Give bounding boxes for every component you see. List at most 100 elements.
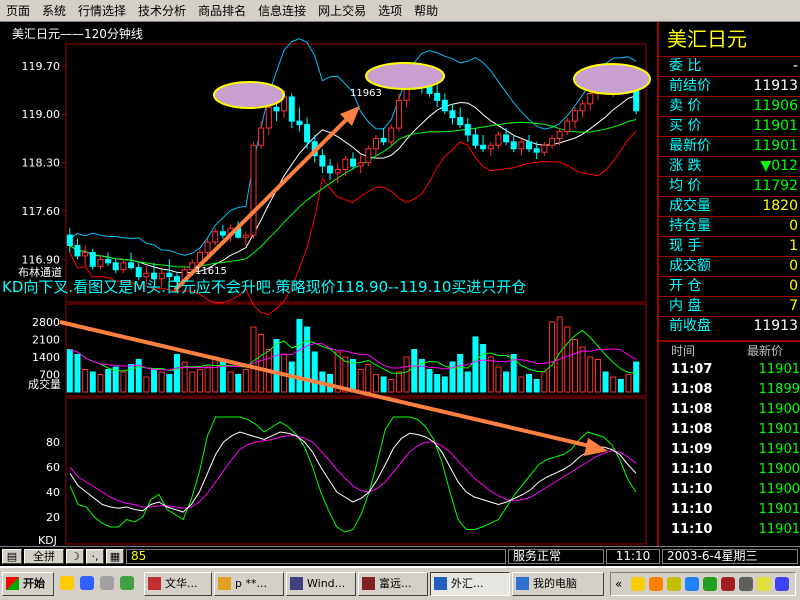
bollinger-label: 布林通道 — [18, 265, 62, 279]
quote-row: 最新价 11901 — [659, 136, 800, 156]
ime-icon[interactable]: ▤ — [2, 549, 22, 564]
command-input[interactable]: 85 — [126, 549, 506, 564]
quote-label: 委 比 — [669, 58, 702, 74]
menu-item-1[interactable]: 系统 — [36, 0, 72, 22]
volume-bar — [487, 356, 494, 393]
price-tick-label: 119.70 — [22, 60, 61, 73]
candle-body — [319, 155, 326, 167]
qq-icon[interactable] — [60, 576, 74, 590]
network-icon[interactable] — [775, 577, 789, 591]
tray-app-icon[interactable] — [703, 577, 717, 591]
volume-bar — [204, 366, 211, 393]
task-label: 外汇... — [451, 577, 484, 590]
menu-item-4[interactable]: 商品排名 — [192, 0, 252, 22]
candle-body — [541, 144, 548, 153]
kdj-j-line — [69, 416, 637, 533]
volume-bar — [311, 351, 318, 393]
quote-value: 11792 — [753, 178, 798, 194]
menu-item-7[interactable]: 选项 — [372, 0, 408, 22]
status-bar: ▤ 全拼 ☽ ·, ▦ 85 服务正常 11:10 2003-6-4星期三 — [0, 546, 800, 566]
price-tick-label: 116.90 — [22, 253, 61, 266]
volume-bar — [105, 369, 112, 393]
clock-date: 2003-6-4星期三 — [662, 549, 798, 564]
media-player-icon[interactable] — [120, 576, 134, 590]
candle-body — [464, 124, 471, 136]
quote-value: 1820 — [762, 198, 798, 214]
candle-body — [265, 106, 272, 129]
task-button-fuyuan[interactable]: 富远... — [358, 572, 428, 596]
candle-body — [548, 137, 555, 146]
tick-row: 11:08 11899 — [659, 380, 800, 400]
candle-body — [342, 158, 349, 171]
task-button-mycomputer[interactable]: 我的电脑 — [512, 572, 604, 596]
tick-row: 11:08 11901 — [659, 420, 800, 440]
volume-bar — [273, 339, 280, 393]
menu-item-0[interactable]: 页面 — [0, 0, 36, 22]
tray-app-icon[interactable] — [757, 577, 771, 591]
candle-body — [204, 241, 211, 253]
ime-moon-icon[interactable]: ☽ — [66, 549, 84, 564]
volume-bar — [403, 356, 410, 393]
volume-bar — [82, 369, 89, 393]
ime-keyboard-icon[interactable]: ▦ — [106, 549, 124, 564]
tray-app-icon[interactable] — [649, 577, 663, 591]
top-highlight-ellipse — [365, 62, 445, 90]
quote-row: 前收盘 11913 — [659, 316, 800, 336]
tray-app-icon[interactable] — [685, 577, 699, 591]
tick-row: 11:09 11901 — [659, 440, 800, 460]
ime-punct-icon[interactable]: ·, — [86, 549, 104, 564]
price-tick-label: 117.60 — [22, 205, 61, 218]
volume-bar — [633, 361, 640, 393]
tick-time: 11:09 — [671, 442, 713, 457]
system-tray: « — [610, 572, 796, 596]
task-button-wind[interactable]: Wind... — [286, 572, 356, 596]
quote-value: 0 — [789, 258, 798, 274]
qq-tray-icon[interactable] — [631, 577, 645, 591]
volume-bar — [548, 321, 555, 393]
show-desktop-icon[interactable] — [100, 576, 114, 590]
volume-bar — [518, 376, 525, 393]
quote-row: 委 比- — [659, 56, 800, 76]
tick-price: 11900 — [758, 462, 800, 477]
volume-icon[interactable] — [739, 577, 753, 591]
candle-body — [350, 158, 356, 167]
volume-bar — [89, 371, 96, 393]
menu-item-8[interactable]: 帮助 — [408, 0, 444, 22]
volume-tick-label: 1400 — [32, 351, 60, 364]
menu-item-6[interactable]: 网上交易 — [312, 0, 372, 22]
tray-app-icon[interactable] — [721, 577, 735, 591]
candle-body — [304, 124, 311, 143]
price-pane-border — [65, 43, 647, 303]
ime-mode-button[interactable]: 全拼 — [24, 549, 64, 564]
candle-body — [372, 137, 379, 150]
candle-body — [89, 251, 96, 267]
volume-bar — [411, 349, 418, 393]
candle-body — [357, 162, 364, 167]
tick-price: 11901 — [758, 422, 800, 437]
task-button-p[interactable]: p **... — [214, 572, 284, 596]
quote-value: 11906 — [753, 98, 798, 114]
quote-value: 1 — [789, 238, 798, 254]
ie-icon[interactable] — [80, 576, 94, 590]
candle-body — [334, 169, 341, 174]
volume-bar — [579, 346, 586, 393]
tray-app-icon[interactable] — [667, 577, 681, 591]
task-button-forex[interactable]: 外汇... — [430, 572, 510, 596]
menu-item-3[interactable]: 技术分析 — [132, 0, 192, 22]
menu-item-5[interactable]: 信息连接 — [252, 0, 312, 22]
tray-expand-icon[interactable]: « — [615, 576, 622, 592]
candle-body — [495, 134, 502, 146]
ticks-header: 时间 最新价 — [659, 340, 800, 360]
price-chart[interactable]: 美汇日元——120分钟线 119.70 119.00 118.30 117.60 116.… — [0, 22, 657, 546]
tick-price: 11901 — [758, 502, 800, 517]
menu-item-2[interactable]: 行情选择 — [72, 0, 132, 22]
volume-bar — [533, 379, 540, 393]
task-button-wenhua[interactable]: 文华... — [144, 572, 212, 596]
quote-label: 最新价 — [669, 138, 711, 154]
start-button[interactable]: 开始 — [2, 572, 54, 596]
volume-bar — [380, 376, 387, 393]
candle-body — [212, 231, 219, 243]
quote-row: 前结价 11913 — [659, 76, 800, 96]
chart-area[interactable]: 美汇日元——120分钟线 119.70 119.00 118.30 117.60 116.… — [0, 22, 657, 546]
quote-value: 0 — [789, 218, 798, 234]
